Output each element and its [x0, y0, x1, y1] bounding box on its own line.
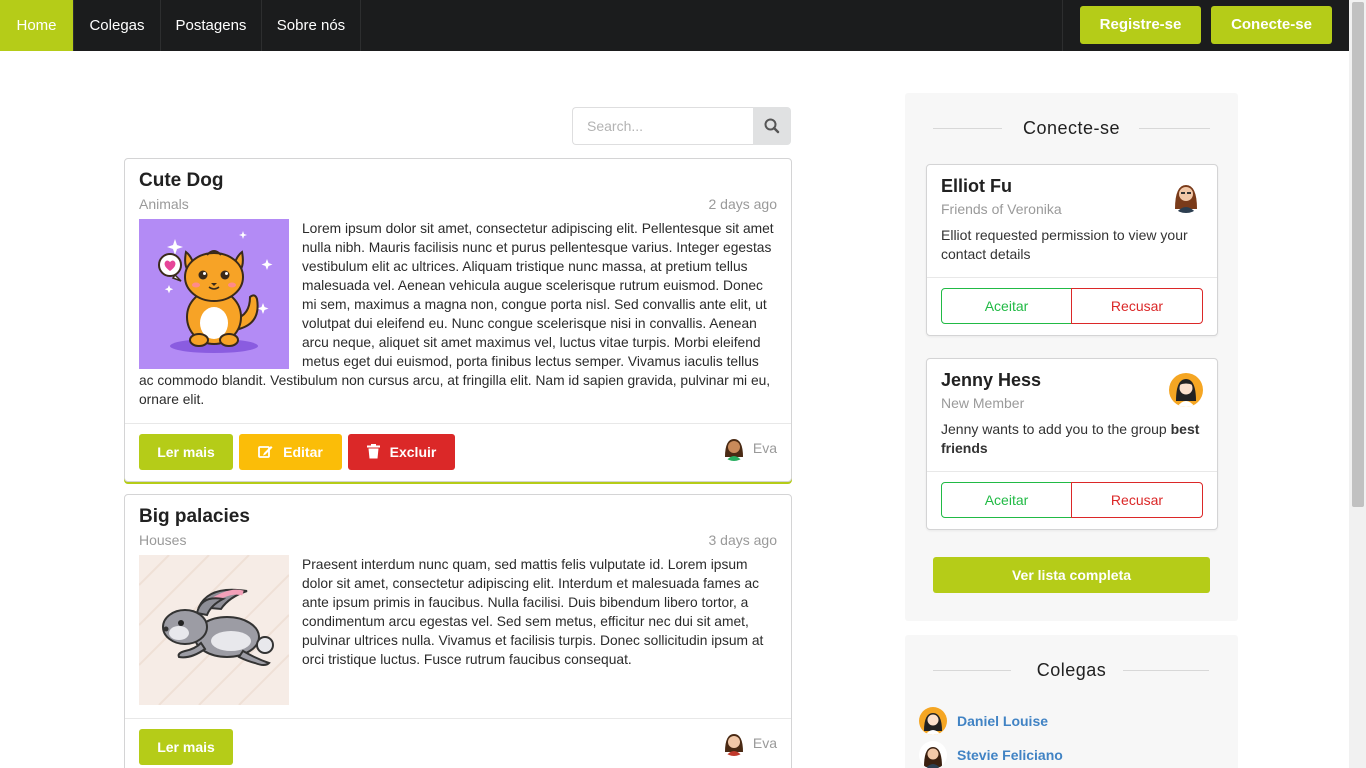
- nav-home[interactable]: Home: [0, 0, 74, 51]
- register-button[interactable]: Registre-se: [1080, 6, 1201, 44]
- request-description: Elliot requested permission to view your…: [941, 227, 1188, 262]
- request-divider: [927, 277, 1217, 278]
- heading-line-right: [1139, 128, 1210, 129]
- cute-dog-illustration: [139, 219, 289, 369]
- top-navbar: Home Colegas Postagens Sobre nós Registr…: [0, 0, 1349, 51]
- request-card: Elliot Fu Friends of Veronika Elliot req…: [926, 164, 1218, 336]
- nav-sobre-nos[interactable]: Sobre nós: [262, 0, 361, 51]
- search-bar: [572, 107, 791, 145]
- post-title[interactable]: Big palacies: [139, 506, 250, 528]
- read-more-button[interactable]: Ler mais: [139, 434, 233, 470]
- request-name[interactable]: Elliot Fu: [941, 176, 1012, 197]
- request-avatar: [1169, 179, 1203, 213]
- edit-button[interactable]: Editar: [239, 434, 342, 470]
- request-avatar: [1169, 373, 1203, 407]
- post-title[interactable]: Cute Dog: [139, 170, 223, 192]
- edit-button-label: Editar: [283, 444, 323, 460]
- colleagues-panel: Colegas Daniel Louise Stevie Feliciano: [905, 635, 1238, 768]
- decline-button[interactable]: Recusar: [1071, 482, 1203, 518]
- post-time: 2 days ago: [708, 196, 778, 212]
- search-icon: [764, 118, 780, 134]
- colleague-avatar: [919, 741, 947, 768]
- post-card: Big palacies Houses 3 days ago Praesent …: [124, 494, 792, 768]
- scrollbar-thumb[interactable]: [1352, 2, 1364, 507]
- delete-button-label: Excluir: [389, 444, 437, 460]
- search-input[interactable]: [572, 107, 753, 145]
- request-description-text: Jenny wants to add you to the group: [941, 421, 1171, 437]
- read-more-button[interactable]: Ler mais: [139, 729, 233, 765]
- request-description: Jenny wants to add you to the group best…: [941, 420, 1203, 458]
- decline-button[interactable]: Recusar: [1071, 288, 1203, 324]
- post-author[interactable]: Eva: [753, 735, 777, 751]
- rabbit-illustration: [138, 554, 290, 706]
- delete-button[interactable]: Excluir: [348, 434, 455, 470]
- post-author[interactable]: Eva: [753, 440, 777, 456]
- request-subtitle: Friends of Veronika: [941, 201, 1062, 217]
- accept-button[interactable]: Aceitar: [941, 288, 1072, 324]
- nav-colegas[interactable]: Colegas: [74, 0, 161, 51]
- colleague-avatar: [919, 707, 947, 735]
- login-button[interactable]: Conecte-se: [1211, 6, 1332, 44]
- post-time: 3 days ago: [708, 532, 778, 548]
- colleague-name[interactable]: Daniel Louise: [957, 713, 1048, 729]
- accept-button[interactable]: Aceitar: [941, 482, 1072, 518]
- post-card: Cute Dog Animals 2 days ago Lorem ipsum …: [124, 158, 792, 482]
- heading-line-right: [1123, 670, 1209, 671]
- colleague-name[interactable]: Stevie Feliciano: [957, 747, 1063, 763]
- view-full-list-button[interactable]: Ver lista completa: [933, 557, 1210, 593]
- post-divider: [125, 423, 791, 424]
- author-avatar: [721, 435, 747, 461]
- post-category: Houses: [139, 532, 187, 548]
- request-divider: [927, 471, 1217, 472]
- trash-icon: [366, 444, 380, 459]
- search-button[interactable]: [753, 107, 791, 145]
- post-divider: [125, 718, 791, 719]
- request-card: Jenny Hess New Member Jenny wants to add…: [926, 358, 1218, 530]
- nav-divider: [1062, 0, 1063, 51]
- author-avatar: [721, 730, 747, 756]
- nav-postagens[interactable]: Postagens: [161, 0, 262, 51]
- edit-icon: [258, 446, 273, 459]
- post-body: Praesent interdum nunc quam, sed mattis …: [302, 557, 764, 667]
- connect-panel: Conecte-se Elliot Fu Friends of Veronika…: [905, 93, 1238, 621]
- request-subtitle: New Member: [941, 395, 1025, 411]
- post-category: Animals: [139, 196, 189, 212]
- request-name[interactable]: Jenny Hess: [941, 370, 1041, 391]
